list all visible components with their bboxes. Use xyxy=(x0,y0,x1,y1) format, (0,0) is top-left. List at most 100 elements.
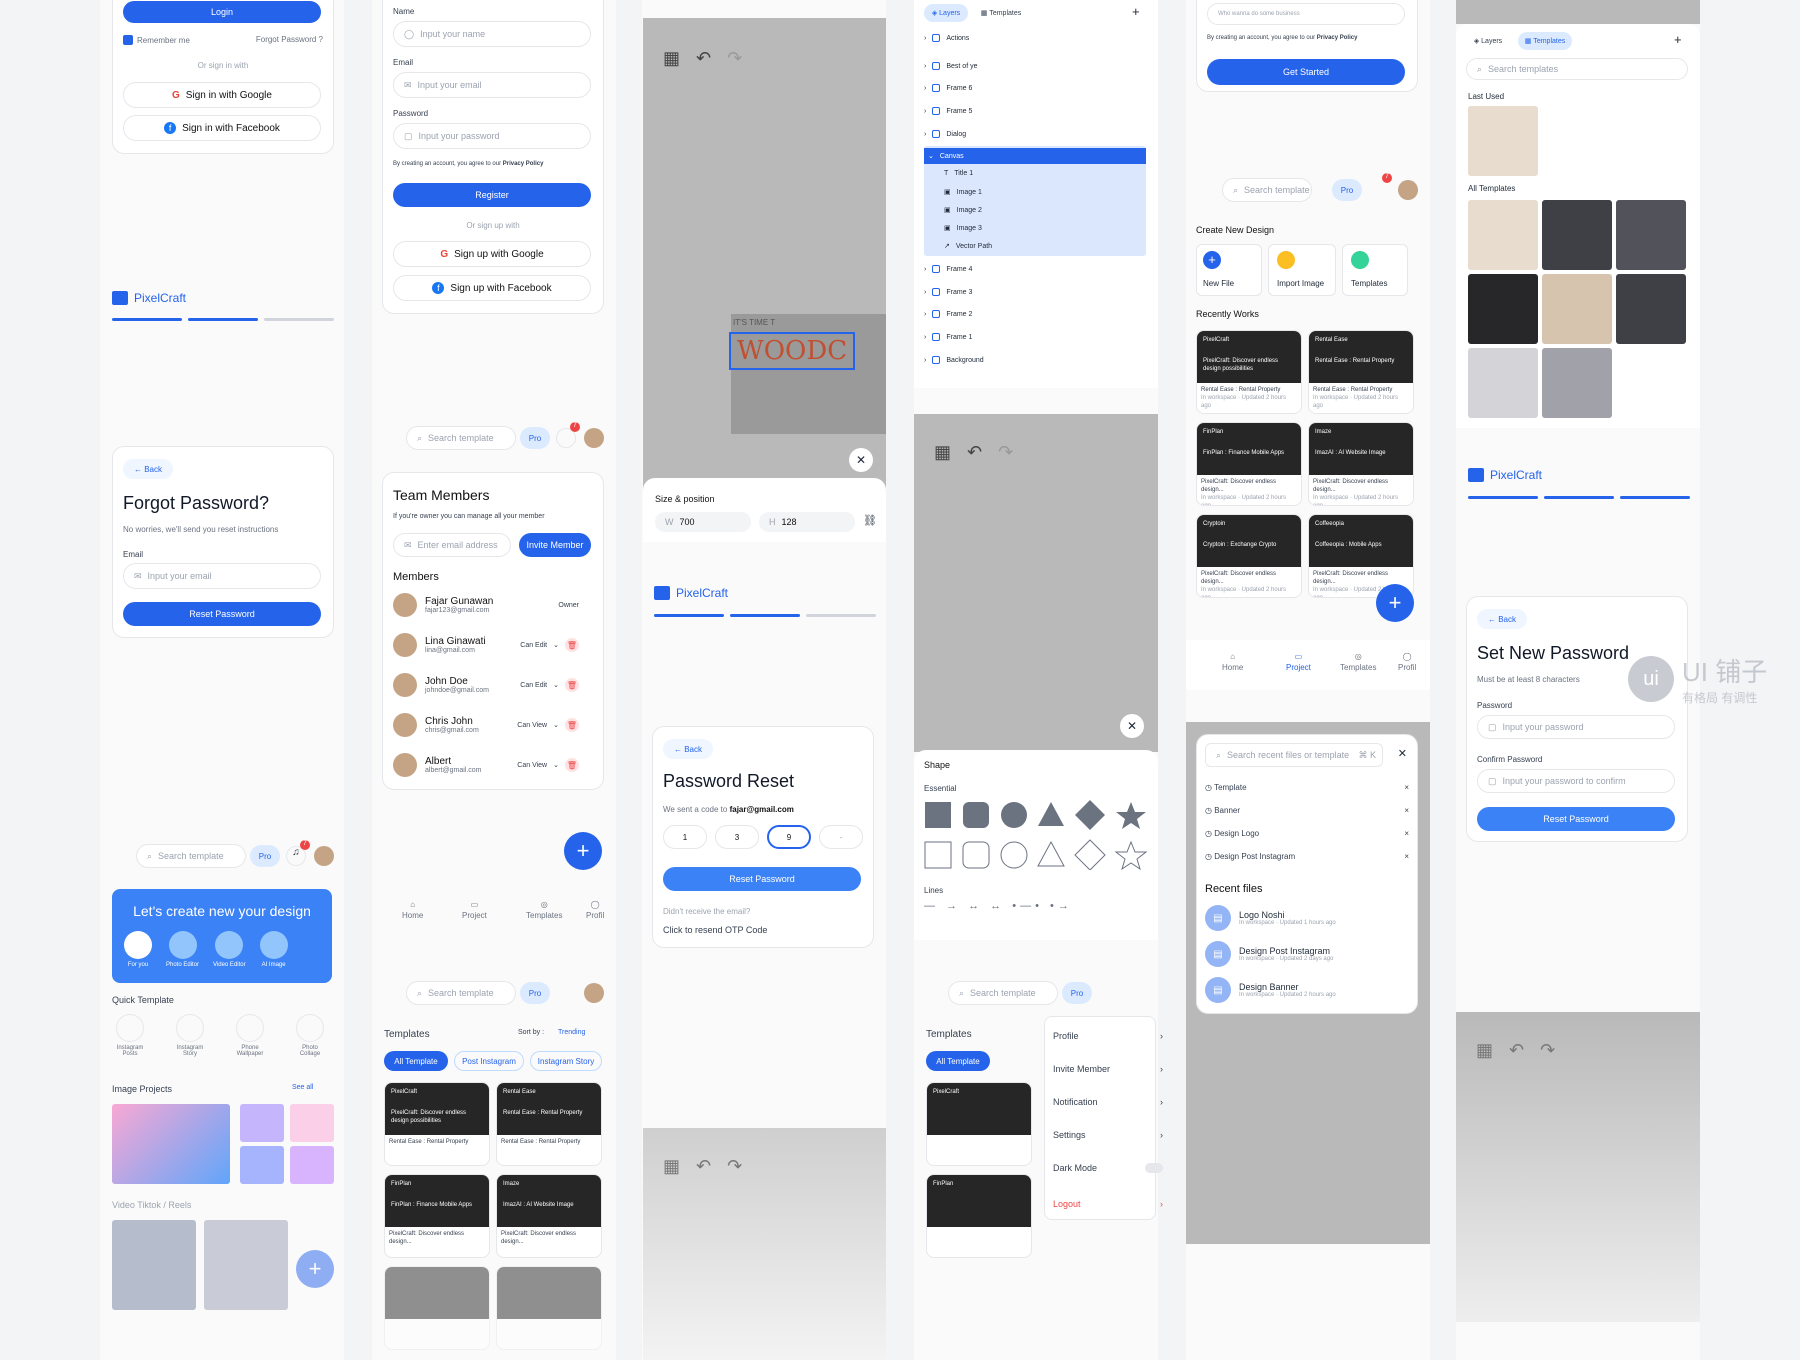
template-card[interactable] xyxy=(496,1266,602,1350)
back-button[interactable]: ← Back xyxy=(1477,609,1527,629)
undo-icon[interactable]: ↶ xyxy=(696,48,711,69)
member-role[interactable]: Can View ⌄ 🗑 xyxy=(517,758,579,772)
layer-item[interactable]: › Frame 2 xyxy=(924,310,972,318)
search-input[interactable]: ⌕ Search template xyxy=(136,844,246,868)
nav-templates[interactable]: ◎ Templates xyxy=(526,900,562,920)
avatar[interactable] xyxy=(584,983,604,1003)
recent-card[interactable]: PixelCraft PixelCraft: Discover endless d… xyxy=(1196,330,1302,414)
layer-item[interactable]: › Actions xyxy=(924,34,969,42)
search-input[interactable]: ⌕ Search template xyxy=(1222,178,1312,202)
redo-icon[interactable]: ↷ xyxy=(998,442,1013,463)
reset-password-button[interactable]: Reset Password xyxy=(123,602,321,626)
search-input[interactable]: ⌕ Search template xyxy=(406,981,516,1005)
tool-for-you[interactable]: For you xyxy=(124,931,152,968)
close-icon[interactable]: × xyxy=(1404,806,1409,815)
layer-item[interactable]: › Frame 6 xyxy=(924,84,972,92)
history-item[interactable]: ◷ Design Post Instagram × xyxy=(1205,852,1409,861)
password-field[interactable]: ▢ Input your password xyxy=(1477,715,1675,739)
template-thumbnail[interactable] xyxy=(1616,274,1686,344)
template-thumbnail[interactable] xyxy=(1468,200,1538,270)
nav-project[interactable]: ▭ Project xyxy=(1286,652,1311,672)
project-thumbnail[interactable] xyxy=(240,1104,284,1142)
project-thumbnail[interactable] xyxy=(290,1104,334,1142)
video-thumbnail[interactable] xyxy=(112,1220,196,1310)
close-icon[interactable]: × xyxy=(1404,829,1409,838)
pro-badge[interactable]: Pro xyxy=(520,427,550,449)
otp-digit[interactable]: 3 xyxy=(715,825,759,849)
login-button[interactable]: Login xyxy=(123,1,321,23)
template-card[interactable] xyxy=(384,1266,490,1350)
recent-file[interactable]: ▤ Design Post Instagram In workspace · Upd… xyxy=(1205,941,1333,967)
google-signin-button[interactable]: G Sign in with Google xyxy=(123,82,321,108)
email-field[interactable]: ✉ Input your email xyxy=(123,563,321,589)
close-icon[interactable]: ✕ xyxy=(849,448,873,472)
otp-digit[interactable]: 9 xyxy=(767,825,811,849)
layer-item[interactable]: ▣ Image 3 xyxy=(944,224,982,233)
layer-item[interactable]: › Frame 5 xyxy=(924,107,972,115)
tool-ai-image[interactable]: AI Image xyxy=(259,931,288,968)
menu-invite-member[interactable]: Invite Member › xyxy=(1053,1064,1163,1074)
template-thumbnail[interactable] xyxy=(1468,274,1538,344)
name-field[interactable]: ◯ Input your name xyxy=(393,21,591,47)
pro-badge[interactable]: Pro xyxy=(1332,179,1362,201)
avatar[interactable] xyxy=(1398,180,1418,200)
privacy-link[interactable]: Privacy Policy xyxy=(503,161,544,167)
close-icon[interactable]: × xyxy=(1404,852,1409,861)
quick-photo-collage[interactable]: Photo Collage xyxy=(292,1014,328,1057)
tab-layers[interactable]: ◈ Layers xyxy=(924,4,968,22)
menu-logout[interactable]: Logout › xyxy=(1053,1199,1163,1209)
template-thumbnail[interactable] xyxy=(1542,348,1612,418)
shape-grid[interactable] xyxy=(924,800,1148,870)
layer-item[interactable]: ↗ Vector Path xyxy=(944,242,992,251)
otp-digit[interactable]: 1 xyxy=(663,825,707,849)
layer-item[interactable]: › Best of ye xyxy=(924,62,977,70)
member-role[interactable]: Can View ⌄ 🗑 xyxy=(517,718,579,732)
search-input[interactable]: ⌕ Search recent files or template ⌘ K xyxy=(1205,743,1383,767)
back-button[interactable]: ← Back xyxy=(123,459,173,479)
back-button[interactable]: ← Back xyxy=(663,739,713,759)
width-field[interactable]: W 700 xyxy=(655,512,751,532)
nav-home[interactable]: ⌂ Home xyxy=(1222,652,1243,672)
history-item[interactable]: ◷ Design Logo × xyxy=(1205,829,1409,838)
pro-badge[interactable]: Pro xyxy=(1062,982,1092,1004)
redo-icon[interactable]: ↷ xyxy=(727,48,742,69)
layer-item-selected[interactable]: ⌄ Canvas xyxy=(924,148,1146,164)
project-thumbnail[interactable] xyxy=(112,1104,230,1184)
history-item[interactable]: ◷ Template × xyxy=(1205,783,1409,792)
project-thumbnail[interactable] xyxy=(240,1146,284,1184)
nav-templates[interactable]: ◎ Templates xyxy=(1340,652,1376,672)
recent-card[interactable]: FinPlan FinPlan : Finance Mobile Apps Pixe… xyxy=(1196,422,1302,506)
filter-all-template[interactable]: All Template xyxy=(926,1051,990,1071)
recent-card[interactable]: Rental Ease Rental Ease : Rental Property… xyxy=(1308,330,1414,414)
line-styles[interactable]: — → ↔ ↔ •—• •→ xyxy=(924,900,1073,912)
checkbox[interactable] xyxy=(123,35,133,45)
register-button[interactable]: Register xyxy=(393,183,591,207)
template-card[interactable]: PixelCraft PixelCraft: Discover endless d… xyxy=(384,1082,490,1166)
pro-badge[interactable]: Pro xyxy=(520,982,550,1004)
google-signup-button[interactable]: G Sign up with Google xyxy=(393,241,591,267)
quick-instagram-story[interactable]: Instagram Story xyxy=(172,1014,208,1057)
layer-item[interactable]: › Background xyxy=(924,356,984,364)
password-field[interactable]: ▢ Input your password xyxy=(393,123,591,149)
recent-file[interactable]: ▤ Logo Noshi In workspace · Updated 1 hour… xyxy=(1205,905,1336,931)
template-card[interactable]: FinPlan FinPlan : Finance Mobile Apps Pixe… xyxy=(384,1174,490,1258)
canvas-text-layer[interactable]: WOODC xyxy=(729,332,856,370)
template-card[interactable]: Imaze ImazAI : AI Website Image PixelCraft… xyxy=(496,1174,602,1258)
see-all-link[interactable]: See all xyxy=(292,1084,313,1091)
height-field[interactable]: H 128 xyxy=(759,512,855,532)
new-file-tile[interactable]: + New File xyxy=(1196,244,1262,296)
tab-templates[interactable]: ▦ Templates xyxy=(974,4,1028,22)
nav-profile[interactable]: ◯ Profil xyxy=(586,900,604,920)
close-icon[interactable]: ✕ xyxy=(1398,747,1407,760)
add-fab-button[interactable]: + xyxy=(564,832,602,870)
remember-me[interactable]: Remember me xyxy=(123,35,190,45)
menu-profile[interactable]: Profile › xyxy=(1053,1031,1163,1041)
trash-icon[interactable]: 🗑 xyxy=(565,718,579,732)
template-thumbnail[interactable] xyxy=(1616,200,1686,270)
template-thumbnail[interactable] xyxy=(1542,274,1612,344)
recent-card[interactable]: Imaze ImazAI : AI Website Image PixelCraft… xyxy=(1308,422,1414,506)
nav-home[interactable]: ⌂ Home xyxy=(402,900,423,920)
add-fab-button[interactable]: + xyxy=(296,1250,334,1288)
trash-icon[interactable]: 🗑 xyxy=(565,678,579,692)
quick-phone-wallpaper[interactable]: Phone Wallpaper xyxy=(232,1014,268,1057)
